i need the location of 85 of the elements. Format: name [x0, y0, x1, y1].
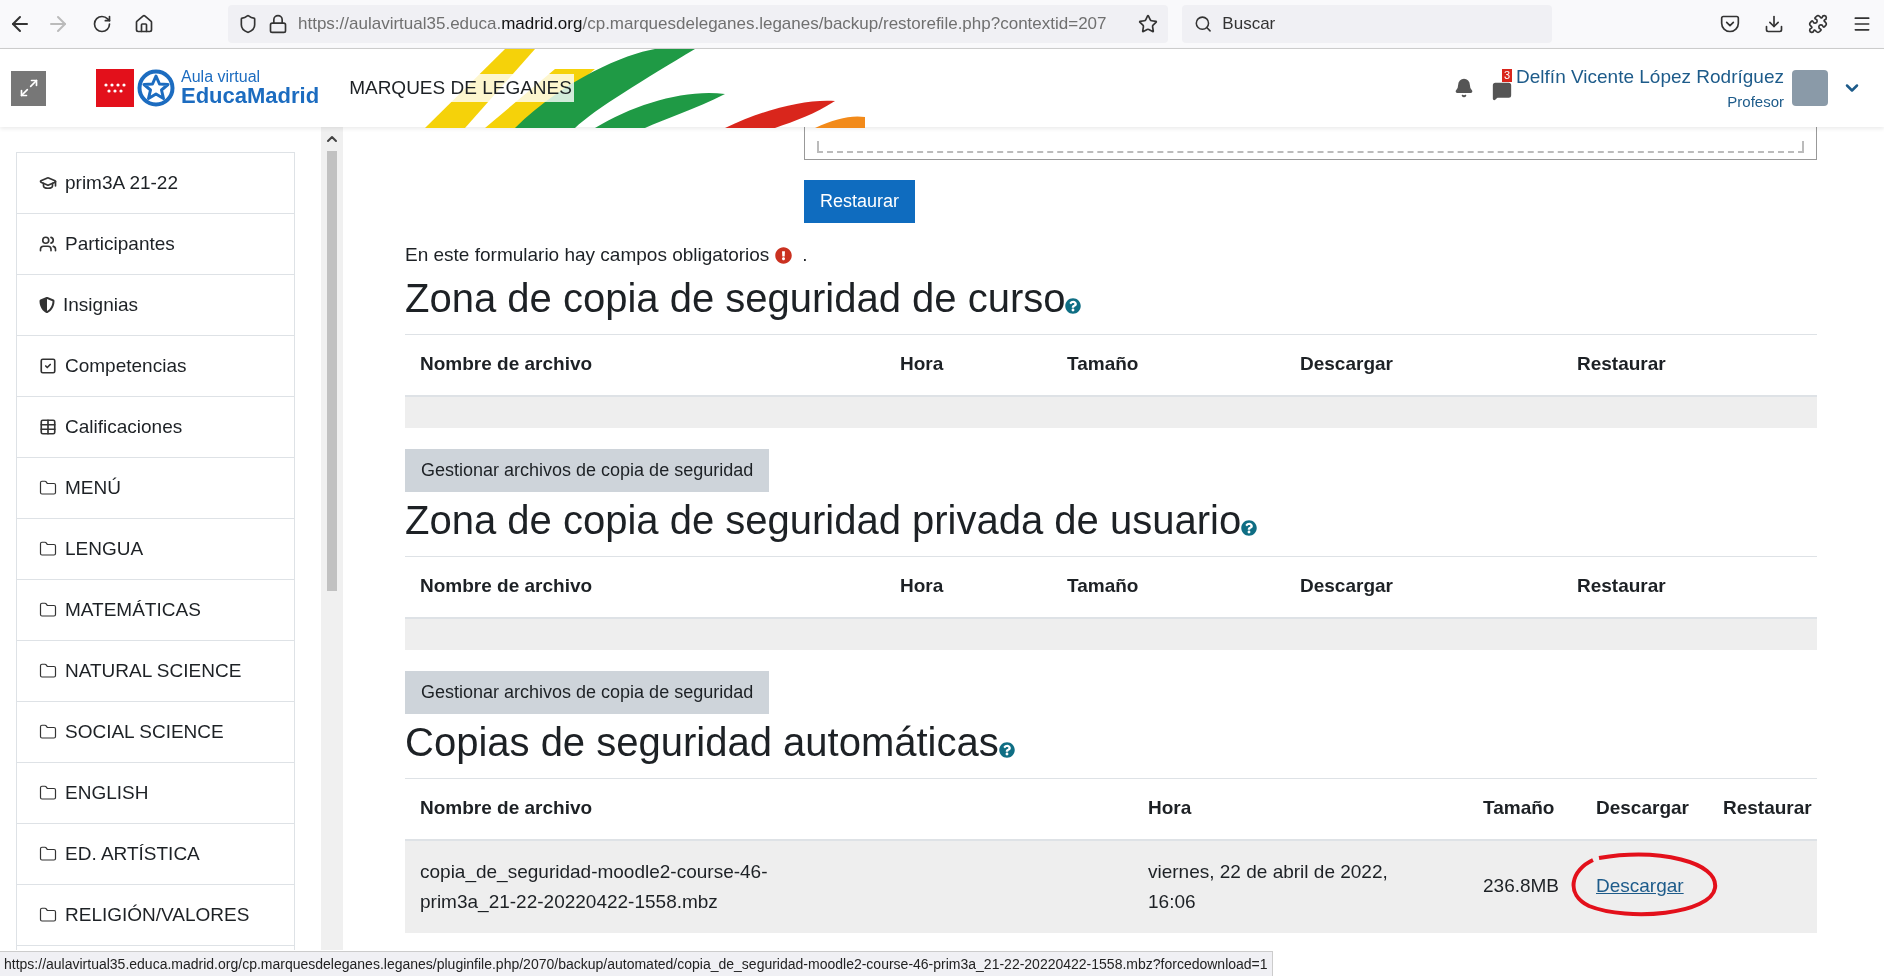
user-name[interactable]: Delfín Vicente López Rodríguez: [1516, 62, 1784, 91]
graduation-cap-icon: [39, 174, 57, 192]
star-logo-icon: [137, 69, 175, 107]
column-header: Restaurar: [1722, 796, 1813, 821]
download-icon[interactable]: [1764, 14, 1784, 34]
required-icon: [775, 246, 793, 264]
sidebar-item[interactable]: Insignias: [17, 274, 294, 335]
column-header: Hora: [899, 574, 945, 599]
sidebar-item[interactable]: ED. ARTÍSTICA: [17, 823, 294, 884]
column-header: Tamaño: [1482, 796, 1556, 821]
folder-icon: [39, 784, 57, 802]
help-icon[interactable]: [998, 741, 1015, 758]
help-icon[interactable]: [1241, 519, 1258, 536]
column-header: Tamaño: [1066, 352, 1140, 377]
bell-icon[interactable]: [1454, 78, 1475, 98]
sidebar-item[interactable]: prim3A 21-22: [17, 152, 294, 213]
column-header: Nombre de archivo: [419, 352, 594, 377]
sidebar-item[interactable]: Participantes: [17, 213, 294, 274]
search-icon: [1194, 14, 1213, 34]
search-input[interactable]: Buscar: [1222, 11, 1540, 37]
manage-backups-button[interactable]: Gestionar archivos de copia de seguridad: [405, 670, 770, 714]
sidebar-item[interactable]: ENGLISH: [17, 762, 294, 823]
url-bar[interactable]: https://aulavirtual35.educa.madrid.org/cp.marquesdeleganes.leganes/backup/restorefile.php?contextid=207: [228, 5, 1168, 43]
home-icon[interactable]: [134, 14, 154, 34]
table-icon: [39, 418, 57, 436]
restore-button[interactable]: Restaurar: [804, 180, 916, 223]
users-icon: [39, 235, 57, 253]
manage-backups-button[interactable]: Gestionar archivos de copia de seguridad: [405, 448, 770, 492]
status-bar: https://aulavirtual35.educa.madrid.org/cp.marquesdeleganes.leganes/pluginfile.php/2070/backup/automated/copia_de_seguridad-moodle2-course-46-prim3a_21-22-20220422-1558.mbz?forcedownload=1: [0, 951, 1273, 976]
column-header: Restaurar: [1576, 352, 1667, 377]
region-flag-icon: [96, 69, 134, 107]
user-role: Profesor: [1727, 92, 1784, 112]
column-header: Hora: [899, 352, 945, 377]
folder-icon: [39, 906, 57, 924]
checkbox-icon: [39, 357, 57, 375]
column-header: Hora: [1147, 796, 1193, 821]
column-header: Nombre de archivo: [419, 574, 594, 599]
url-text: https://aulavirtual35.educa.madrid.org/cp.marquesdeleganes.leganes/backup/restorefile.php?contextid=207: [298, 13, 1108, 36]
column-header: Descargar: [1299, 352, 1394, 377]
sidebar-item[interactable]: LENGUA: [17, 518, 294, 579]
menu-icon[interactable]: [1852, 14, 1872, 34]
reload-icon[interactable]: [92, 14, 112, 34]
folder-icon: [39, 540, 57, 558]
column-header: Descargar: [1299, 574, 1394, 599]
column-header: Descargar: [1595, 796, 1690, 821]
sidebar-item[interactable]: RELIGIÓN/VALORES: [17, 884, 294, 945]
folder-icon: [39, 723, 57, 741]
column-header: Tamaño: [1066, 574, 1140, 599]
sidebar-item[interactable]: SOCIAL SCIENCE: [17, 701, 294, 762]
table-cell-text: 236.8MB: [1482, 874, 1561, 899]
message-count-badge: 3: [1502, 69, 1513, 82]
chat-icon[interactable]: [1492, 81, 1513, 101]
sidebar-item[interactable]: MATEMÁTICAS: [17, 579, 294, 640]
expand-icon: [18, 78, 39, 98]
folder-icon: [39, 601, 57, 619]
sidebar-item[interactable]: NATURAL SCIENCE: [17, 640, 294, 701]
shield-icon: [238, 14, 258, 34]
logo-title: EducaMadrid: [181, 85, 320, 107]
pocket-icon[interactable]: [1720, 14, 1740, 34]
scrollbar-thumb[interactable]: [327, 151, 337, 591]
sidebar-item[interactable]: Calificaciones: [17, 396, 294, 457]
table-cell-text: viernes, 22 de abril de 2022, 16:06: [1148, 859, 1389, 914]
column-header: Nombre de archivo: [419, 796, 594, 821]
required-fields-note: En este formulario hay campos obligatorios: [405, 243, 770, 267]
help-icon[interactable]: [1065, 297, 1082, 314]
bookmark-star-icon[interactable]: [1138, 14, 1158, 34]
shield-icon: [39, 297, 55, 313]
extensions-icon[interactable]: [1808, 14, 1828, 34]
section-heading: Copias de seguridad automáticas: [405, 718, 999, 766]
lock-icon: [268, 14, 288, 34]
download-link[interactable]: Descargar: [1596, 872, 1684, 901]
site-name[interactable]: MARQUES DE LEGANES: [347, 73, 574, 103]
note-period: .: [802, 243, 808, 267]
sidebar-item[interactable]: Competencias: [17, 335, 294, 396]
sidebar-item[interactable]: MENÚ: [17, 457, 294, 518]
table-cell-text: copia_de_seguridad-moodle2-course-46-prim3a_21-22-20220422-1558.mbz: [420, 859, 769, 915]
logo-subtitle: Aula virtual: [181, 69, 262, 85]
section-heading: Zona de copia de seguridad privada de usuario: [405, 496, 1242, 544]
folder-icon: [39, 479, 57, 497]
column-header: Restaurar: [1576, 574, 1667, 599]
folder-icon: [39, 662, 57, 680]
section-heading: Zona de copia de seguridad de curso: [405, 274, 1066, 322]
search-field[interactable]: Buscar: [1182, 5, 1552, 43]
expand-button[interactable]: [11, 70, 46, 106]
folder-icon: [39, 845, 57, 863]
